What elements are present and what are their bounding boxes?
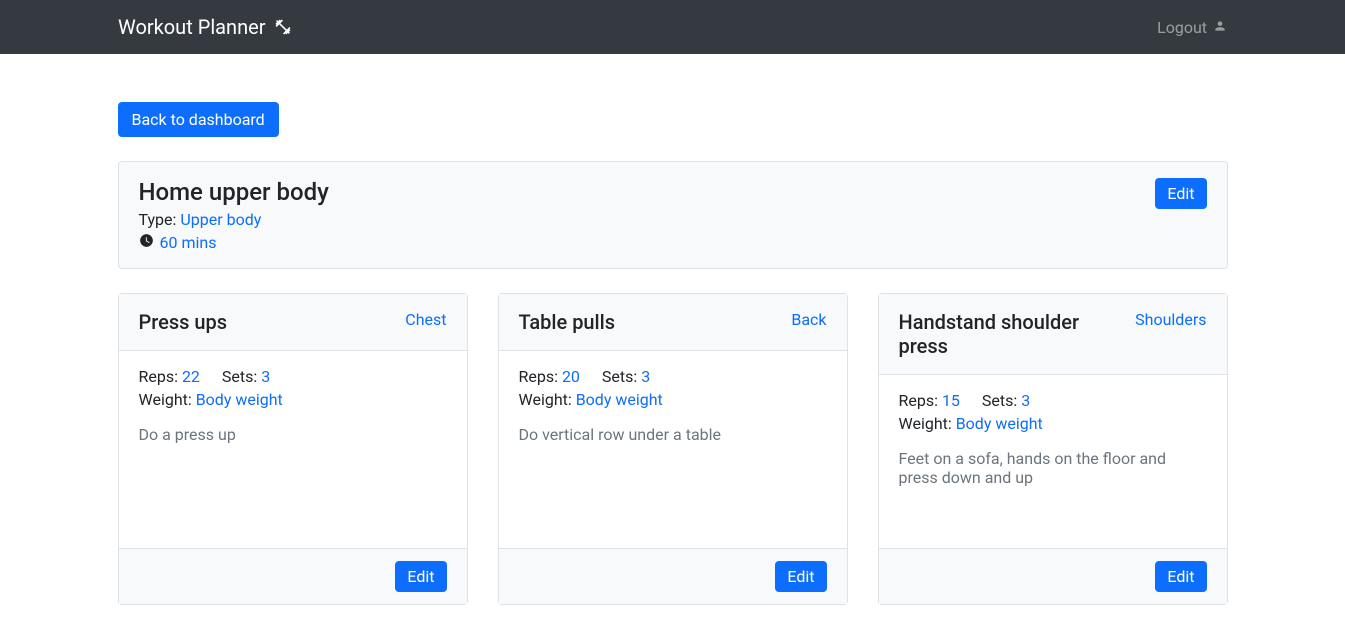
weight-value: Body weight <box>956 414 1043 433</box>
reps-label: Reps: <box>899 391 938 410</box>
workout-duration-link[interactable]: 60 mins <box>160 233 217 252</box>
sets-value: 3 <box>1021 391 1030 410</box>
workout-type-link[interactable]: Upper body <box>180 210 261 229</box>
workout-type-label: Type: <box>139 210 177 229</box>
weight-value: Body weight <box>576 390 663 409</box>
edit-workout-button[interactable]: Edit <box>1155 178 1206 209</box>
weight-label: Weight: <box>519 390 572 409</box>
brand-title: Workout Planner <box>118 15 266 39</box>
reps-label: Reps: <box>519 367 558 386</box>
weight-value: Body weight <box>196 390 283 409</box>
workout-header-card: Home upper body Type: Upper body 60 mins… <box>118 161 1228 269</box>
exercise-description: Feet on a sofa, hands on the floor and p… <box>899 449 1207 487</box>
sets-value: 3 <box>261 367 270 386</box>
exercise-name: Table pulls <box>519 310 616 334</box>
sets-label: Sets: <box>602 367 637 386</box>
user-icon <box>1213 18 1227 37</box>
logout-label: Logout <box>1157 18 1207 37</box>
muscle-group-link[interactable]: Back <box>791 310 826 329</box>
logout-link[interactable]: Logout <box>1157 18 1227 37</box>
edit-exercise-button[interactable]: Edit <box>775 561 826 592</box>
exercise-description: Do vertical row under a table <box>519 425 827 444</box>
exercise-description: Do a press up <box>139 425 447 444</box>
brand-link[interactable]: Workout Planner <box>118 15 292 39</box>
reps-value: 22 <box>182 367 200 386</box>
exercise-name: Press ups <box>139 310 228 334</box>
edit-exercise-button[interactable]: Edit <box>395 561 446 592</box>
navbar: Workout Planner Logout <box>0 0 1345 54</box>
clock-icon <box>139 233 154 252</box>
exercises-row: Press ups Chest Reps: 22 Sets: 3 Weight:… <box>118 293 1228 605</box>
weight-label: Weight: <box>139 390 192 409</box>
reps-value: 15 <box>942 391 960 410</box>
back-to-dashboard-button[interactable]: Back to dashboard <box>118 102 279 137</box>
exercise-card: Press ups Chest Reps: 22 Sets: 3 Weight:… <box>118 293 468 605</box>
muscle-group-link[interactable]: Chest <box>405 310 446 329</box>
exercise-name: Handstand shoulder press <box>899 310 1099 358</box>
reps-label: Reps: <box>139 367 178 386</box>
sets-label: Sets: <box>982 391 1017 410</box>
workout-title: Home upper body <box>139 178 329 206</box>
exercise-card: Handstand shoulder press Shoulders Reps:… <box>878 293 1228 605</box>
sets-value: 3 <box>641 367 650 386</box>
edit-exercise-button[interactable]: Edit <box>1155 561 1206 592</box>
sets-label: Sets: <box>222 367 257 386</box>
muscle-group-link[interactable]: Shoulders <box>1135 310 1206 329</box>
weight-label: Weight: <box>899 414 952 433</box>
reps-value: 20 <box>562 367 580 386</box>
exercise-card: Table pulls Back Reps: 20 Sets: 3 Weight… <box>498 293 848 605</box>
dumbbell-icon <box>274 18 292 36</box>
